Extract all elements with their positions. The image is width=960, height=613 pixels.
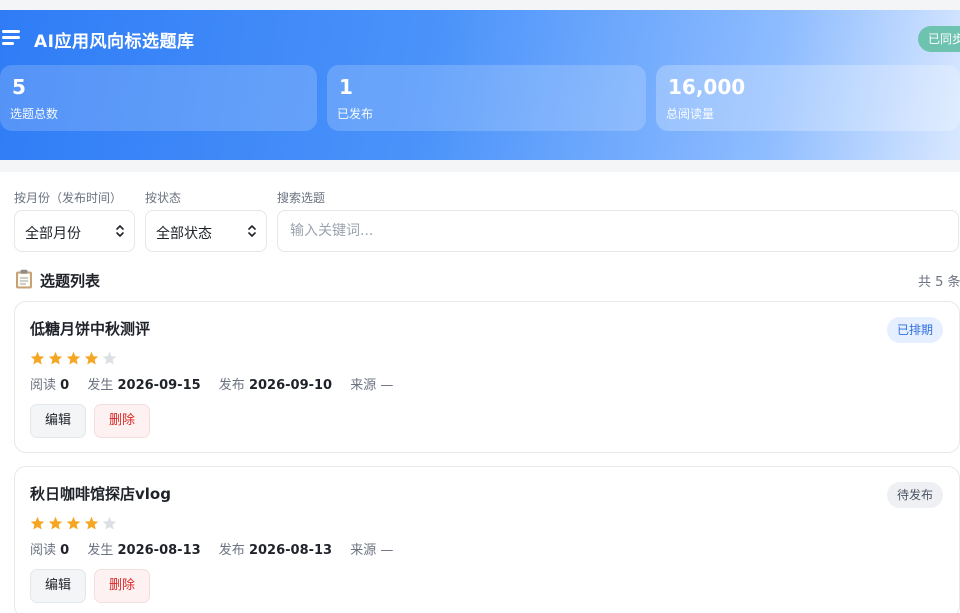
star-filled-icon [66,516,81,531]
search-label: 搜索选题 [277,191,326,205]
star-empty-icon [102,516,117,531]
reads-label: 阅读 [30,378,57,393]
stat-value: 1 [339,75,353,99]
source-value: — [380,543,394,558]
star-filled-icon [66,351,81,366]
clipboard-icon [16,269,32,289]
source-label: 来源 [350,543,377,558]
published-label: 发布 [218,378,245,393]
delete-button[interactable]: 删除 [94,569,150,603]
star-filled-icon [84,351,99,366]
list-count: 共 5 条 [918,275,960,290]
star-empty-icon [102,351,117,366]
list-title: 选题列表 [40,272,101,290]
month-filter-select[interactable]: 全部月份 [14,210,135,252]
edit-button[interactable]: 编辑 [30,404,86,438]
topic-meta: 阅读 0 发生 2026-08-13 发布 2026-08-13 来源 — [30,539,393,558]
chevron-updown-icon [248,225,256,237]
search-input[interactable] [277,210,959,252]
topic-title: 低糖月饼中秋测评 [30,320,151,338]
menu-icon[interactable] [2,30,20,46]
delete-button[interactable]: 删除 [94,404,150,438]
stat-label: 已发布 [337,107,374,121]
stat-value: 16,000 [668,75,746,99]
stat-card-total: 5 选题总数 [0,65,317,131]
edit-button[interactable]: 编辑 [30,569,86,603]
topic-card: 秋日咖啡馆探店vlog 待发布 阅读 0 发生 2026-08-13 发布 20… [14,466,960,613]
header-bar: AI应用风向标选题库 已同步 [0,22,960,56]
stat-label: 总阅读量 [666,107,715,121]
happened-date: 2026-08-13 [117,543,201,558]
app-title: AI应用风向标选题库 [34,32,195,52]
status-filter-select[interactable]: 全部状态 [145,210,267,252]
status-badge: 已排期 [886,317,943,343]
status-badge: 待发布 [886,482,943,508]
published-date: 2026-09-10 [248,378,333,393]
source-value: — [380,378,394,393]
stat-card-reads: 16,000 总阅读量 [656,65,960,131]
source-label: 来源 [350,378,377,393]
reads-value: 0 [60,543,70,558]
star-filled-icon [84,516,99,531]
published-label: 发布 [218,543,245,558]
rating-stars [30,351,120,367]
stat-value: 5 [12,75,26,99]
topic-card: 低糖月饼中秋测评 已排期 阅读 0 发生 2026-09-15 发布 2026-… [14,301,960,453]
topic-meta: 阅读 0 发生 2026-09-15 发布 2026-09-10 来源 — [30,374,393,393]
month-filter-value: 全部月份 [25,226,81,242]
topic-title: 秋日咖啡馆探店vlog [30,485,171,503]
sync-status-badge: 已同步 [918,26,960,52]
status-filter-label: 按状态 [145,191,182,205]
status-filter-value: 全部状态 [156,226,212,242]
stat-card-published: 1 已发布 [327,65,646,131]
month-filter-label: 按月份（发布时间） [14,191,123,205]
happened-date: 2026-09-15 [117,378,201,393]
star-filled-icon [48,351,63,366]
published-date: 2026-08-13 [248,543,333,558]
chevron-updown-icon [116,225,124,237]
rating-stars [30,516,120,532]
star-filled-icon [30,516,45,531]
happened-label: 发生 [87,378,114,393]
reads-value: 0 [60,378,70,393]
stat-label: 选题总数 [10,107,59,121]
reads-label: 阅读 [30,543,57,558]
app-header: AI应用风向标选题库 已同步 5 选题总数 1 已发布 16,000 总阅读量 [0,10,960,160]
star-filled-icon [30,351,45,366]
happened-label: 发生 [87,543,114,558]
star-filled-icon [48,516,63,531]
